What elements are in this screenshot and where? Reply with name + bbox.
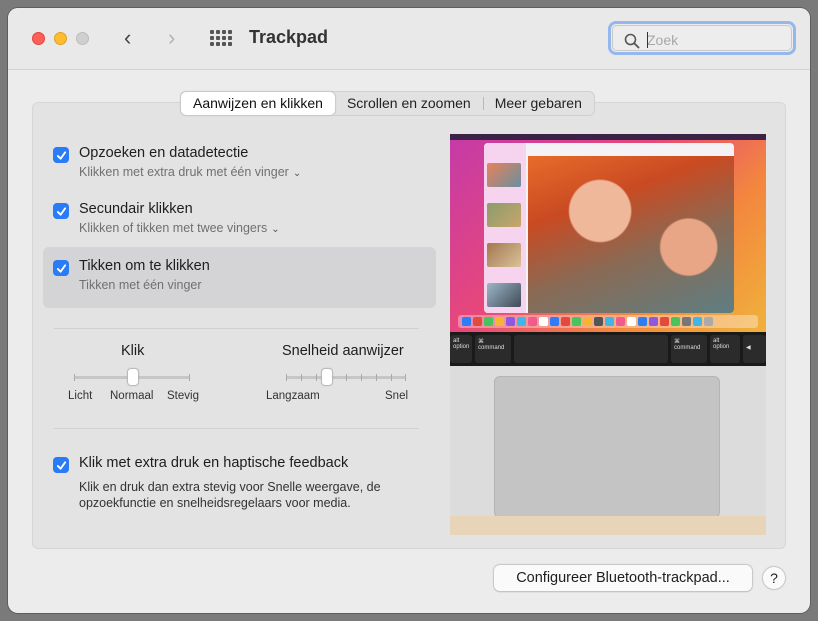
divider [54, 428, 419, 429]
force-click-checkbox[interactable] [53, 457, 69, 473]
forward-icon[interactable]: › [168, 26, 175, 50]
option-title: Secundair klikken [79, 201, 193, 217]
key-label: command [478, 345, 505, 351]
zoom-window-button[interactable] [76, 32, 89, 45]
dock [458, 315, 758, 328]
option-menu[interactable]: Klikken of tikken met twee vingers ⌄ [79, 221, 280, 235]
key-label: ◀ [746, 345, 751, 351]
help-button[interactable]: ? [763, 567, 785, 589]
key-label: option [713, 344, 730, 350]
photos-app-window [484, 143, 734, 313]
chevron-down-icon: ⌄ [271, 224, 280, 235]
show-all-grid-icon[interactable] [210, 30, 232, 46]
tap-to-click-checkbox[interactable] [53, 260, 69, 276]
speed-label-slow: Langzaam [266, 390, 320, 402]
click-slider-title: Klik [121, 343, 145, 359]
configure-bluetooth-trackpad-button[interactable]: Configureer Bluetooth-trackpad... [494, 565, 752, 591]
checkmark-icon [56, 460, 66, 470]
divider [54, 328, 419, 329]
checkmark-icon [56, 263, 66, 273]
click-label-light: Licht [68, 390, 93, 402]
click-label-firm: Stevig [167, 390, 199, 402]
photo-image [528, 156, 734, 313]
tab-point-and-click[interactable]: Aanwijzen en klikken [181, 92, 335, 115]
option-tap-to-click[interactable]: Tikken om te klikken Tikken met één ving… [53, 258, 429, 298]
text-caret [647, 32, 648, 48]
option-subtitle: Tikken met één vinger [79, 278, 202, 292]
trackpad-surface [494, 376, 720, 518]
trackpad-illustration: alt option ⌘ command ⌘ command alt option ◀ [450, 134, 766, 535]
option-secondary-click[interactable]: Secundair klikken Klikken of tikken met … [53, 201, 429, 241]
speed-slider-knob[interactable] [322, 369, 332, 385]
tab-bar: Aanwijzen en klikken Scrollen en zoomen … [180, 91, 595, 116]
tab-more-gestures[interactable]: Meer gebaren [482, 92, 594, 115]
preferences-window: ‹ › Trackpad Aanwijzen en klikken Scroll… [8, 8, 810, 613]
speed-slider-title: Snelheid aanwijzer [282, 343, 404, 359]
option-title: Klik met extra druk en haptische feedbac… [79, 455, 349, 471]
option-force-click[interactable]: Klik met extra druk en haptische feedbac… [53, 455, 429, 475]
option-menu[interactable]: Klikken met extra druk met één vinger ⌄ [79, 165, 301, 179]
keyboard: alt option ⌘ command ⌘ command alt option ◀ [450, 332, 766, 366]
click-label-normal: Normaal [110, 390, 154, 402]
force-click-description: Klik en druk dan extra stevig voor Snell… [79, 480, 381, 510]
option-subtitle: Klikken of tikken met twee vingers [79, 221, 268, 235]
click-slider-knob[interactable] [128, 369, 138, 385]
checkmark-icon [56, 206, 66, 216]
tab-scroll-and-zoom[interactable]: Scrollen en zoomen [335, 92, 483, 115]
search-icon [624, 33, 640, 49]
search-input[interactable] [647, 30, 787, 50]
option-title: Tikken om te klikken [79, 258, 210, 274]
checkmark-icon [56, 150, 66, 160]
option-subtitle: Klikken met extra druk met één vinger [79, 165, 289, 179]
speed-label-fast: Snel [385, 390, 409, 402]
option-title: Opzoeken en datadetectie [79, 145, 249, 161]
close-window-button[interactable] [32, 32, 45, 45]
key-label: command [674, 345, 701, 351]
lookup-checkbox[interactable] [53, 147, 69, 163]
title-bar: ‹ › Trackpad [8, 8, 810, 70]
window-title: Trackpad [249, 27, 329, 47]
search-field[interactable] [608, 21, 796, 55]
chevron-down-icon: ⌄ [292, 168, 302, 179]
macbook-screen [450, 134, 766, 332]
secondary-click-checkbox[interactable] [53, 203, 69, 219]
option-lookup-data-detectors[interactable]: Opzoeken en datadetectie Klikken met ext… [53, 145, 429, 185]
back-icon[interactable]: ‹ [124, 26, 131, 50]
key-label: option [453, 344, 470, 350]
minimize-window-button[interactable] [54, 32, 67, 45]
